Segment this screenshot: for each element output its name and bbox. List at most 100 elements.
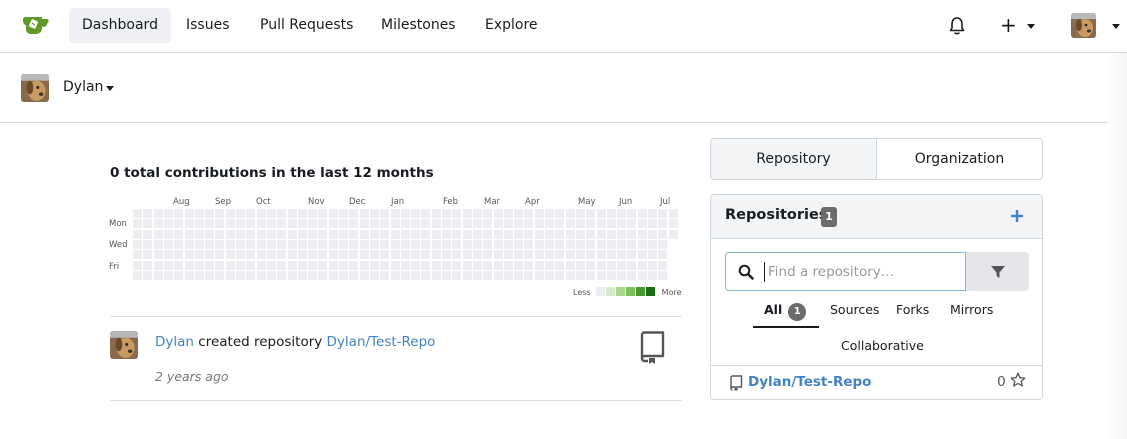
heatmap-day-cell bbox=[575, 219, 585, 229]
heatmap-day-cell bbox=[205, 219, 215, 229]
nav-milestones[interactable]: Milestones bbox=[368, 8, 469, 43]
heatmap-day-cell bbox=[246, 260, 256, 270]
filter-collaborative[interactable]: Collaborative bbox=[841, 338, 924, 353]
heatmap-day-cell bbox=[400, 229, 410, 239]
heatmap-day-cell bbox=[637, 260, 647, 270]
heatmap-day-cell bbox=[297, 219, 307, 229]
heatmap-day-cell bbox=[545, 270, 554, 280]
heatmap-day-cell bbox=[637, 239, 647, 249]
heatmap-day-cell bbox=[205, 270, 215, 280]
tab-organization[interactable]: Organization bbox=[877, 139, 1042, 179]
heatmap-day-cell bbox=[545, 250, 554, 260]
heatmap-day-cell bbox=[596, 229, 606, 239]
heatmap-day-cell bbox=[658, 250, 668, 260]
context-avatar[interactable] bbox=[21, 74, 49, 102]
legend-scale bbox=[596, 287, 656, 297]
heatmap-day-cell bbox=[308, 260, 318, 270]
chevron-down-icon[interactable] bbox=[106, 86, 114, 91]
heatmap-day-cell bbox=[606, 219, 616, 229]
heatmap-day-cell bbox=[617, 209, 627, 218]
heatmap-day-cell bbox=[648, 209, 657, 218]
heatmap-month-label: Dec bbox=[349, 197, 366, 207]
feed-avatar[interactable] bbox=[110, 331, 138, 359]
heatmap-day-cell bbox=[586, 250, 596, 260]
filter-mirrors[interactable]: Mirrors bbox=[950, 302, 993, 317]
heatmap-day-cell bbox=[565, 219, 575, 229]
heatmap-day-cell bbox=[174, 229, 184, 239]
heatmap-day-cell bbox=[596, 219, 606, 229]
create-menu[interactable]: + bbox=[1000, 13, 1036, 37]
heatmap-day-cell bbox=[205, 229, 215, 239]
heatmap-day-cell bbox=[637, 209, 647, 218]
heatmap-day-cell bbox=[575, 209, 585, 218]
nav-pull-requests[interactable]: Pull Requests bbox=[247, 8, 366, 43]
heatmap-day-cell bbox=[483, 229, 493, 239]
feed-actor-link[interactable]: Dylan bbox=[155, 334, 194, 350]
top-navbar: Dashboard Issues Pull Requests Milestone… bbox=[0, 0, 1127, 53]
heatmap-day-cell bbox=[174, 270, 184, 280]
repo-name-link[interactable]: Dylan/Test-Repo bbox=[748, 374, 871, 390]
heatmap-day-cell bbox=[648, 260, 657, 270]
repo-list-item[interactable]: Dylan/Test-Repo 0 bbox=[711, 365, 1042, 399]
heatmap-day-cell bbox=[606, 209, 616, 218]
heatmap-day-label: Wed bbox=[109, 240, 128, 250]
heatmap-day-cell bbox=[369, 209, 379, 218]
heatmap-day-cell bbox=[287, 209, 297, 218]
dashboard-tabs: Repository Organization bbox=[710, 138, 1043, 180]
gitea-logo-icon[interactable] bbox=[22, 14, 50, 38]
heatmap-month-label: Sep bbox=[215, 197, 232, 207]
heatmap-day-cell bbox=[648, 270, 657, 280]
feed-repo-link[interactable]: Dylan/Test-Repo bbox=[327, 334, 436, 350]
heatmap-day-cell bbox=[472, 229, 482, 239]
heatmap-day-cell bbox=[668, 209, 678, 218]
heatmap-day-cell bbox=[318, 209, 328, 218]
filter-forks[interactable]: Forks bbox=[896, 302, 929, 317]
nav-dashboard[interactable]: Dashboard bbox=[69, 8, 171, 43]
legend-swatch bbox=[636, 287, 646, 296]
contribution-heatmap: Aug Sep Oct Nov Dec Jan Feb Mar Apr May … bbox=[105, 193, 685, 303]
heatmap-day-cell bbox=[524, 209, 534, 218]
heatmap-day-cell bbox=[143, 209, 153, 218]
plus-icon: + bbox=[1000, 13, 1017, 37]
heatmap-day-cell bbox=[390, 219, 400, 229]
heatmap-day-cell bbox=[246, 229, 256, 239]
user-avatar[interactable] bbox=[1071, 13, 1096, 38]
heatmap-day-cell bbox=[277, 260, 287, 270]
filter-all[interactable]: All 1 bbox=[764, 302, 807, 321]
heatmap-day-cell bbox=[349, 270, 359, 280]
nav-explore[interactable]: Explore bbox=[472, 8, 551, 43]
heatmap-day-cell bbox=[452, 229, 462, 239]
context-switcher-bar: Dylan bbox=[0, 53, 1127, 123]
heatmap-day-cell bbox=[163, 229, 173, 239]
chevron-down-icon[interactable] bbox=[1112, 24, 1120, 29]
heatmap-day-cell bbox=[524, 250, 534, 260]
heatmap-day-cell bbox=[174, 250, 184, 260]
filter-sources[interactable]: Sources bbox=[830, 302, 879, 317]
heatmap-day-cell bbox=[462, 209, 472, 218]
heatmap-day-cell bbox=[236, 260, 245, 270]
add-repository-button[interactable] bbox=[1010, 201, 1024, 229]
nav-issues[interactable]: Issues bbox=[173, 8, 243, 43]
heatmap-day-cell bbox=[184, 209, 194, 218]
heatmap-day-cell bbox=[565, 250, 575, 260]
heatmap-day-cell bbox=[462, 260, 472, 270]
heatmap-day-cell bbox=[256, 270, 266, 280]
repositories-header: Repositories 1 bbox=[711, 195, 1042, 239]
context-username[interactable]: Dylan bbox=[63, 79, 103, 95]
heatmap-day-cell bbox=[390, 260, 400, 270]
heatmap-day-cell bbox=[133, 229, 142, 239]
repo-filter-button[interactable] bbox=[966, 252, 1029, 291]
heatmap-day-cell bbox=[442, 229, 451, 239]
heatmap-day-cell bbox=[627, 219, 637, 229]
heatmap-day-cell bbox=[565, 270, 575, 280]
tab-repository[interactable]: Repository bbox=[711, 139, 877, 179]
heatmap-day-cell bbox=[194, 260, 204, 270]
heatmap-day-cell bbox=[225, 229, 235, 239]
heatmap-day-cell bbox=[215, 260, 225, 270]
heatmap-day-cell bbox=[617, 239, 627, 249]
heatmap-day-cell bbox=[400, 209, 410, 218]
bell-icon[interactable] bbox=[947, 16, 967, 36]
heatmap-day-cell bbox=[411, 209, 421, 218]
heatmap-legend: Less More bbox=[573, 287, 682, 297]
repo-search-input[interactable] bbox=[764, 262, 959, 282]
